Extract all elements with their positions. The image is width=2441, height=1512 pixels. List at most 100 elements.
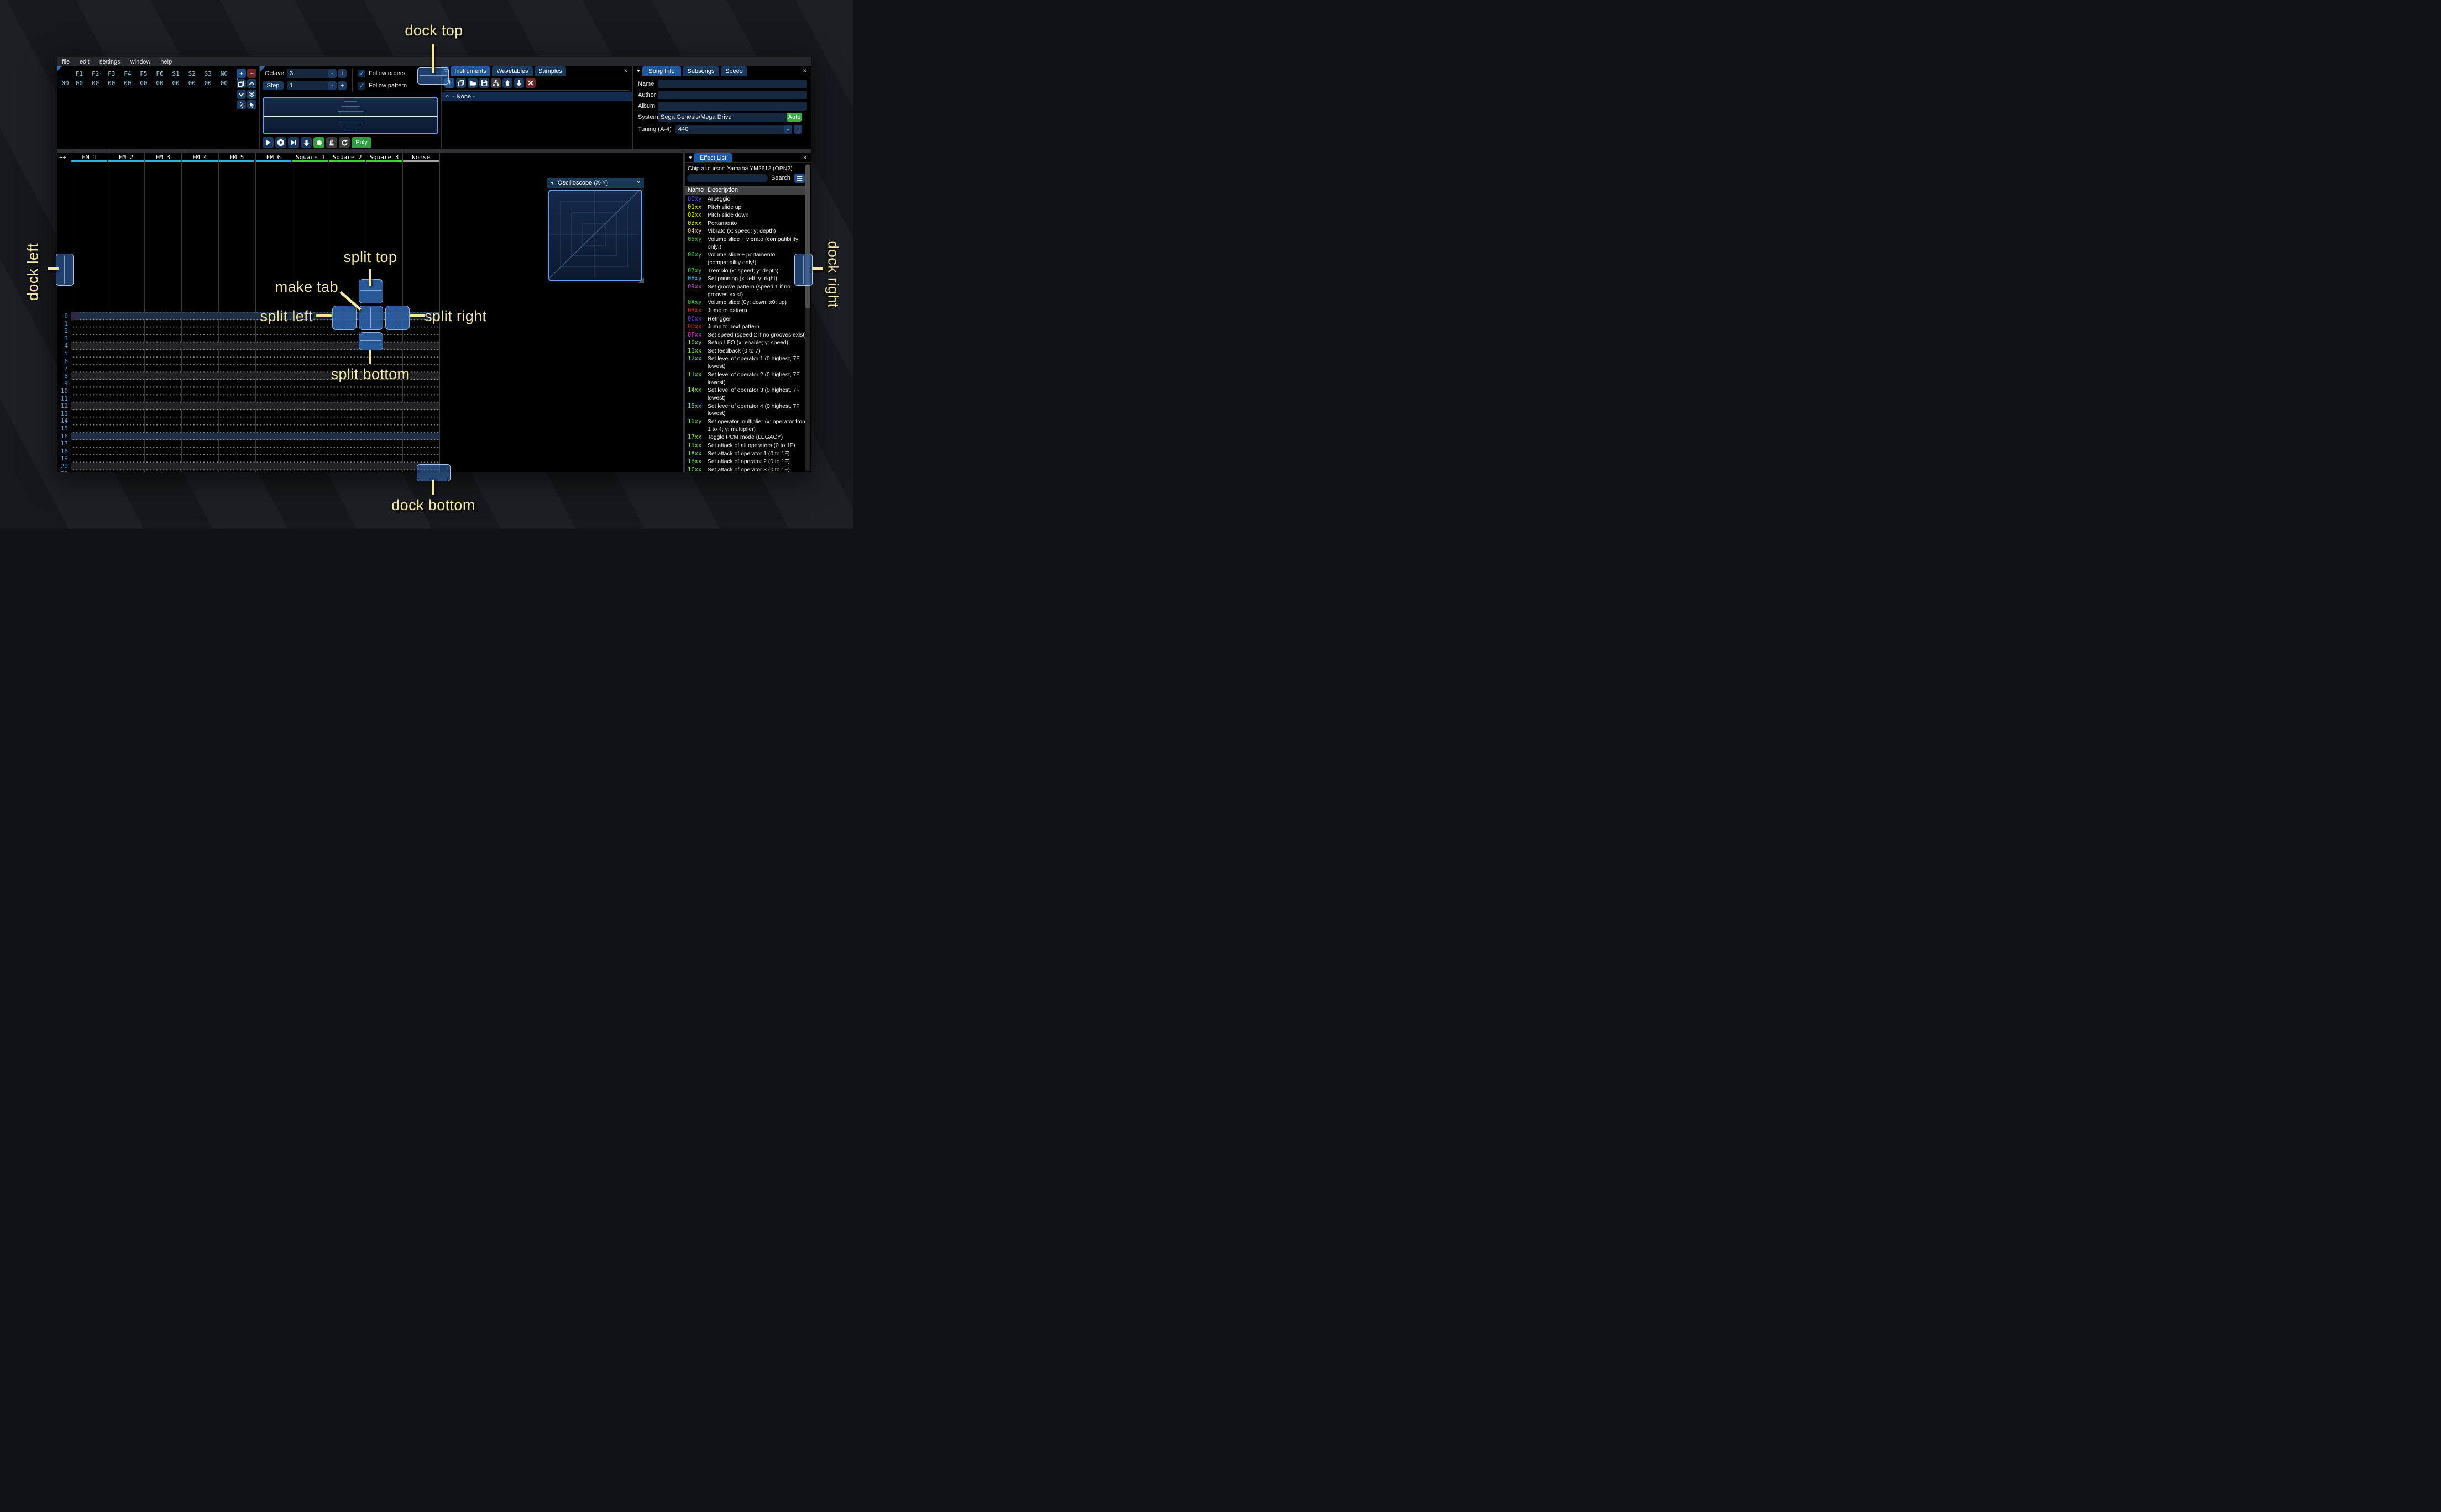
close-icon[interactable]: × [622, 67, 630, 75]
pattern-row[interactable] [71, 432, 439, 440]
instrument-tree-button[interactable] [491, 78, 501, 88]
pattern-row[interactable] [71, 425, 439, 433]
channel-header-square-3[interactable]: Square 3 [366, 154, 403, 161]
effect-list-row[interactable]: 07xy Tremolo (x: speed; y: depth) [685, 267, 808, 275]
close-icon[interactable]: × [635, 179, 642, 186]
channel-header-square-1[interactable]: Square 1 [292, 154, 329, 161]
effect-list-row[interactable]: 03xx Portamento [685, 220, 808, 228]
album-input[interactable] [658, 102, 807, 111]
oscilloscope-titlebar[interactable]: ▼ Oscilloscope (X-Y) × [547, 178, 644, 188]
collapse-triangle-icon[interactable]: ▼ [636, 69, 641, 74]
pattern-row[interactable] [71, 395, 439, 403]
pattern-expand-button[interactable]: ++ [59, 154, 66, 161]
effect-list-row[interactable]: 1Bxx Set attack of operator 2 (0 to 1F) [685, 458, 808, 466]
orders-column-N0[interactable]: N0 [216, 70, 232, 77]
orders-column-S2[interactable]: S2 [184, 70, 200, 77]
split-right-target[interactable] [385, 306, 410, 330]
orders-column-F5[interactable]: F5 [135, 70, 151, 77]
orders-column-F4[interactable]: F4 [119, 70, 135, 77]
pattern-row[interactable] [71, 463, 439, 470]
repeat-button[interactable] [339, 137, 350, 148]
order-cell-N0[interactable]: 00 [216, 80, 232, 87]
step-plus-button[interactable]: + [338, 81, 347, 90]
channel-header-fm-5[interactable]: FM 5 [218, 154, 255, 161]
step-row-button[interactable] [301, 137, 312, 148]
order-edit-mode-button[interactable] [247, 100, 256, 109]
dock-right-target[interactable] [794, 254, 813, 286]
menu-item-edit[interactable]: edit [75, 59, 95, 65]
effect-list-row[interactable]: 01xx Pitch slide up [685, 204, 808, 212]
instrument-list-item[interactable]: ○ - None - [442, 92, 632, 101]
effect-search-input[interactable] [687, 174, 768, 182]
order-cell-F4[interactable]: 00 [119, 80, 135, 87]
tab-subsongs[interactable]: Subsongs [683, 66, 719, 76]
order-add-button[interactable]: + [237, 69, 246, 78]
effect-list-row[interactable]: 17xx Toggle PCM mode (LEGACY) [685, 434, 808, 442]
order-cell-S2[interactable]: 00 [184, 80, 200, 87]
step-input[interactable]: 1 [287, 81, 329, 90]
orders-column-F6[interactable]: F6 [151, 70, 167, 77]
pattern-row[interactable] [71, 410, 439, 418]
effect-list-row[interactable]: 15xx Set level of operator 4 (0 highest, … [685, 403, 808, 418]
channel-header-fm-4[interactable]: FM 4 [181, 154, 218, 161]
menu-item-file[interactable]: file [57, 59, 75, 65]
pattern-row[interactable] [71, 327, 439, 335]
order-cell-F2[interactable]: 00 [87, 80, 103, 87]
order-duplicate-button[interactable] [237, 79, 246, 88]
channel-header-fm-1[interactable]: FM 1 [71, 154, 108, 161]
orders-row[interactable]: 00 00 00 00 00 00 00 00 00 00 00 [59, 78, 238, 88]
play-button[interactable] [263, 137, 274, 148]
effect-table-header[interactable]: Name Description [685, 186, 806, 195]
play-to-cursor-button[interactable] [288, 137, 299, 148]
dock-bottom-target[interactable] [417, 464, 451, 481]
octave-plus-button[interactable]: + [338, 69, 347, 78]
pattern-row[interactable] [71, 387, 439, 395]
order-cell-F3[interactable]: 00 [103, 80, 119, 87]
tab-speed[interactable]: Speed [721, 66, 747, 76]
pattern-row[interactable] [71, 470, 439, 473]
menu-item-settings[interactable]: settings [95, 59, 125, 65]
tab-samples[interactable]: Samples [535, 66, 566, 76]
effect-list-row[interactable]: 10xy Setup LFO (x: enable; y: speed) [685, 339, 808, 347]
effect-list-row[interactable]: 1Cxx Set attack of operator 3 (0 to 1F) [685, 466, 808, 473]
effect-list-row[interactable]: 02xx Pitch slide down [685, 212, 808, 219]
effect-list-row[interactable]: 16xy Set operator multiplier (x: operator… [685, 418, 808, 434]
orders-column-F2[interactable]: F2 [87, 70, 103, 77]
tab-instruments[interactable]: Instruments [451, 66, 490, 76]
order-up-button[interactable] [247, 79, 256, 88]
oscilloscope-window[interactable]: ▼ Oscilloscope (X-Y) × [547, 178, 644, 283]
order-deep-clone-button[interactable] [247, 90, 256, 99]
make-tab-target[interactable] [359, 306, 383, 330]
instrument-open-button[interactable] [468, 78, 478, 88]
pattern-row[interactable] [71, 440, 439, 448]
effect-list-row[interactable]: 19xx Set attack of all operators (0 to 1F… [685, 442, 808, 450]
effect-list-row[interactable]: 0Cxx Retrigger [685, 316, 808, 323]
close-icon[interactable]: × [801, 154, 809, 161]
tab-effect-list[interactable]: Effect List [694, 153, 732, 162]
effect-list-row[interactable]: 0Fxx Set speed (speed 2 if no grooves exi… [685, 332, 808, 339]
octave-input[interactable]: 3 [287, 69, 329, 78]
follow-orders-checkbox[interactable]: ✓ [358, 70, 365, 77]
order-cell-F1[interactable]: 00 [71, 80, 87, 87]
order-cell-F6[interactable]: 00 [151, 80, 167, 87]
effect-sort-button[interactable] [794, 174, 805, 183]
channel-header-fm-3[interactable]: FM 3 [144, 154, 181, 161]
pattern-row[interactable] [71, 402, 439, 410]
channel-header-square-2[interactable]: Square 2 [329, 154, 366, 161]
effect-list-row[interactable]: 13xx Set level of operator 2 (0 highest, … [685, 371, 808, 387]
instrument-up-button[interactable] [502, 78, 512, 88]
channel-header-fm-6[interactable]: FM 6 [255, 154, 292, 161]
order-cell-F5[interactable]: 00 [135, 80, 151, 87]
effect-list-row[interactable]: 14xx Set level of operator 3 (0 highest, … [685, 387, 808, 402]
menu-item-window[interactable]: window [125, 59, 156, 65]
effect-list-row[interactable]: 11xx Set feedback (0 to 7) [685, 348, 808, 355]
order-remove-button[interactable]: − [247, 69, 256, 78]
effect-list-row[interactable]: 1Axx Set attack of operator 1 (0 to 1F) [685, 450, 808, 458]
play-song-button[interactable] [275, 137, 286, 148]
resize-grip[interactable] [638, 277, 644, 283]
system-input[interactable]: Sega Genesis/Mega Drive [658, 113, 789, 122]
pattern-row[interactable] [71, 342, 439, 350]
split-bottom-target[interactable] [359, 332, 383, 350]
tuning-input[interactable]: 440 [675, 125, 786, 134]
tuning-plus-button[interactable]: + [794, 125, 802, 134]
